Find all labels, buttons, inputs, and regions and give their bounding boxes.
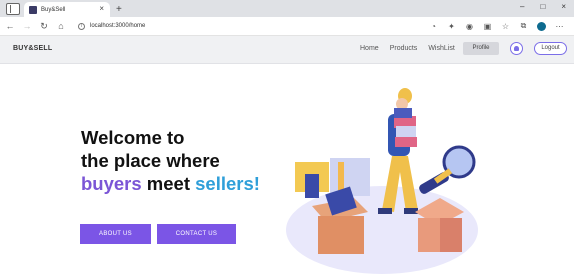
favorites-icon[interactable]: ☆	[501, 22, 510, 31]
nav-link-products[interactable]: Products	[390, 45, 418, 52]
box-navy	[305, 174, 319, 198]
right-box-side	[440, 218, 462, 252]
collections-icon[interactable]: ⧉	[519, 21, 528, 31]
maximize-icon[interactable]: □	[540, 2, 545, 11]
shopping-illustration	[286, 88, 478, 274]
site-navbar: BUY&SELL Home Products WishList Profile …	[0, 36, 574, 64]
toolbar-icons: ◔ ✦ ◉ ▣ ☆ ⧉ ⋯	[429, 21, 564, 31]
window-controls: – □ ×	[520, 2, 566, 11]
held-box-light	[396, 126, 416, 138]
hero-meet-word: meet	[141, 173, 196, 194]
hero-line-2: the place where	[81, 150, 220, 171]
hero-line-3: buyers meet sellers!	[81, 172, 260, 195]
profile-button[interactable]: Profile	[463, 42, 499, 55]
held-box-blue	[394, 108, 412, 118]
browser-tab-bar: Buy&Sell × + – □ ×	[0, 0, 574, 17]
nav-links: Home Products WishList	[360, 45, 455, 52]
site-info-icon[interactable]: i	[78, 22, 85, 30]
forward-icon[interactable]: →	[20, 21, 34, 31]
hero-heading: Welcome to the place where buyers meet s…	[81, 126, 260, 195]
held-box-red	[395, 137, 417, 147]
nav-link-wishlist[interactable]: WishList	[428, 45, 454, 52]
tab-close-icon[interactable]: ×	[99, 4, 104, 13]
shoe-left	[378, 208, 392, 214]
home-icon[interactable]: ⌂	[54, 21, 68, 31]
back-icon[interactable]: ←	[3, 21, 17, 31]
tab-actions-icon[interactable]	[6, 3, 20, 15]
url-field[interactable]: i localhost:3000/home	[78, 20, 429, 33]
reload-icon[interactable]: ↻	[37, 21, 51, 32]
address-bar: ← → ↻ ⌂ i localhost:3000/home ◔ ✦ ◉ ▣ ☆ …	[0, 17, 574, 36]
close-window-icon[interactable]: ×	[561, 2, 566, 11]
favicon-icon	[29, 5, 37, 14]
extension-icon[interactable]: ▣	[483, 22, 492, 31]
logout-button[interactable]: Logout	[534, 42, 567, 55]
tab-title: Buy&Sell	[41, 6, 66, 13]
hero-buyers-word: buyers	[81, 173, 142, 194]
box-stripe	[338, 162, 344, 192]
minimize-icon[interactable]: –	[520, 2, 524, 11]
new-tab-button[interactable]: +	[116, 4, 122, 15]
open-box	[318, 216, 364, 254]
extension-icon[interactable]: ✦	[447, 22, 456, 31]
read-aloud-icon[interactable]: ◔	[429, 22, 438, 31]
about-us-button[interactable]: ABOUT US	[80, 224, 151, 244]
shoe-right	[404, 208, 418, 214]
profile-avatar[interactable]	[537, 21, 546, 31]
extension-icon[interactable]: ◉	[465, 22, 474, 31]
hero-line-1: Welcome to	[81, 127, 185, 148]
notification-bell-icon[interactable]	[510, 42, 523, 55]
brand-logo[interactable]: BUY&SELL	[13, 45, 52, 52]
contact-us-button[interactable]: CONTACT US	[157, 224, 236, 244]
browser-tab[interactable]: Buy&Sell ×	[24, 2, 110, 17]
nav-link-home[interactable]: Home	[360, 45, 379, 52]
more-options-icon[interactable]: ⋯	[555, 22, 564, 31]
hero-sellers-word: sellers!	[195, 173, 260, 194]
url-text: localhost:3000/home	[90, 23, 146, 29]
